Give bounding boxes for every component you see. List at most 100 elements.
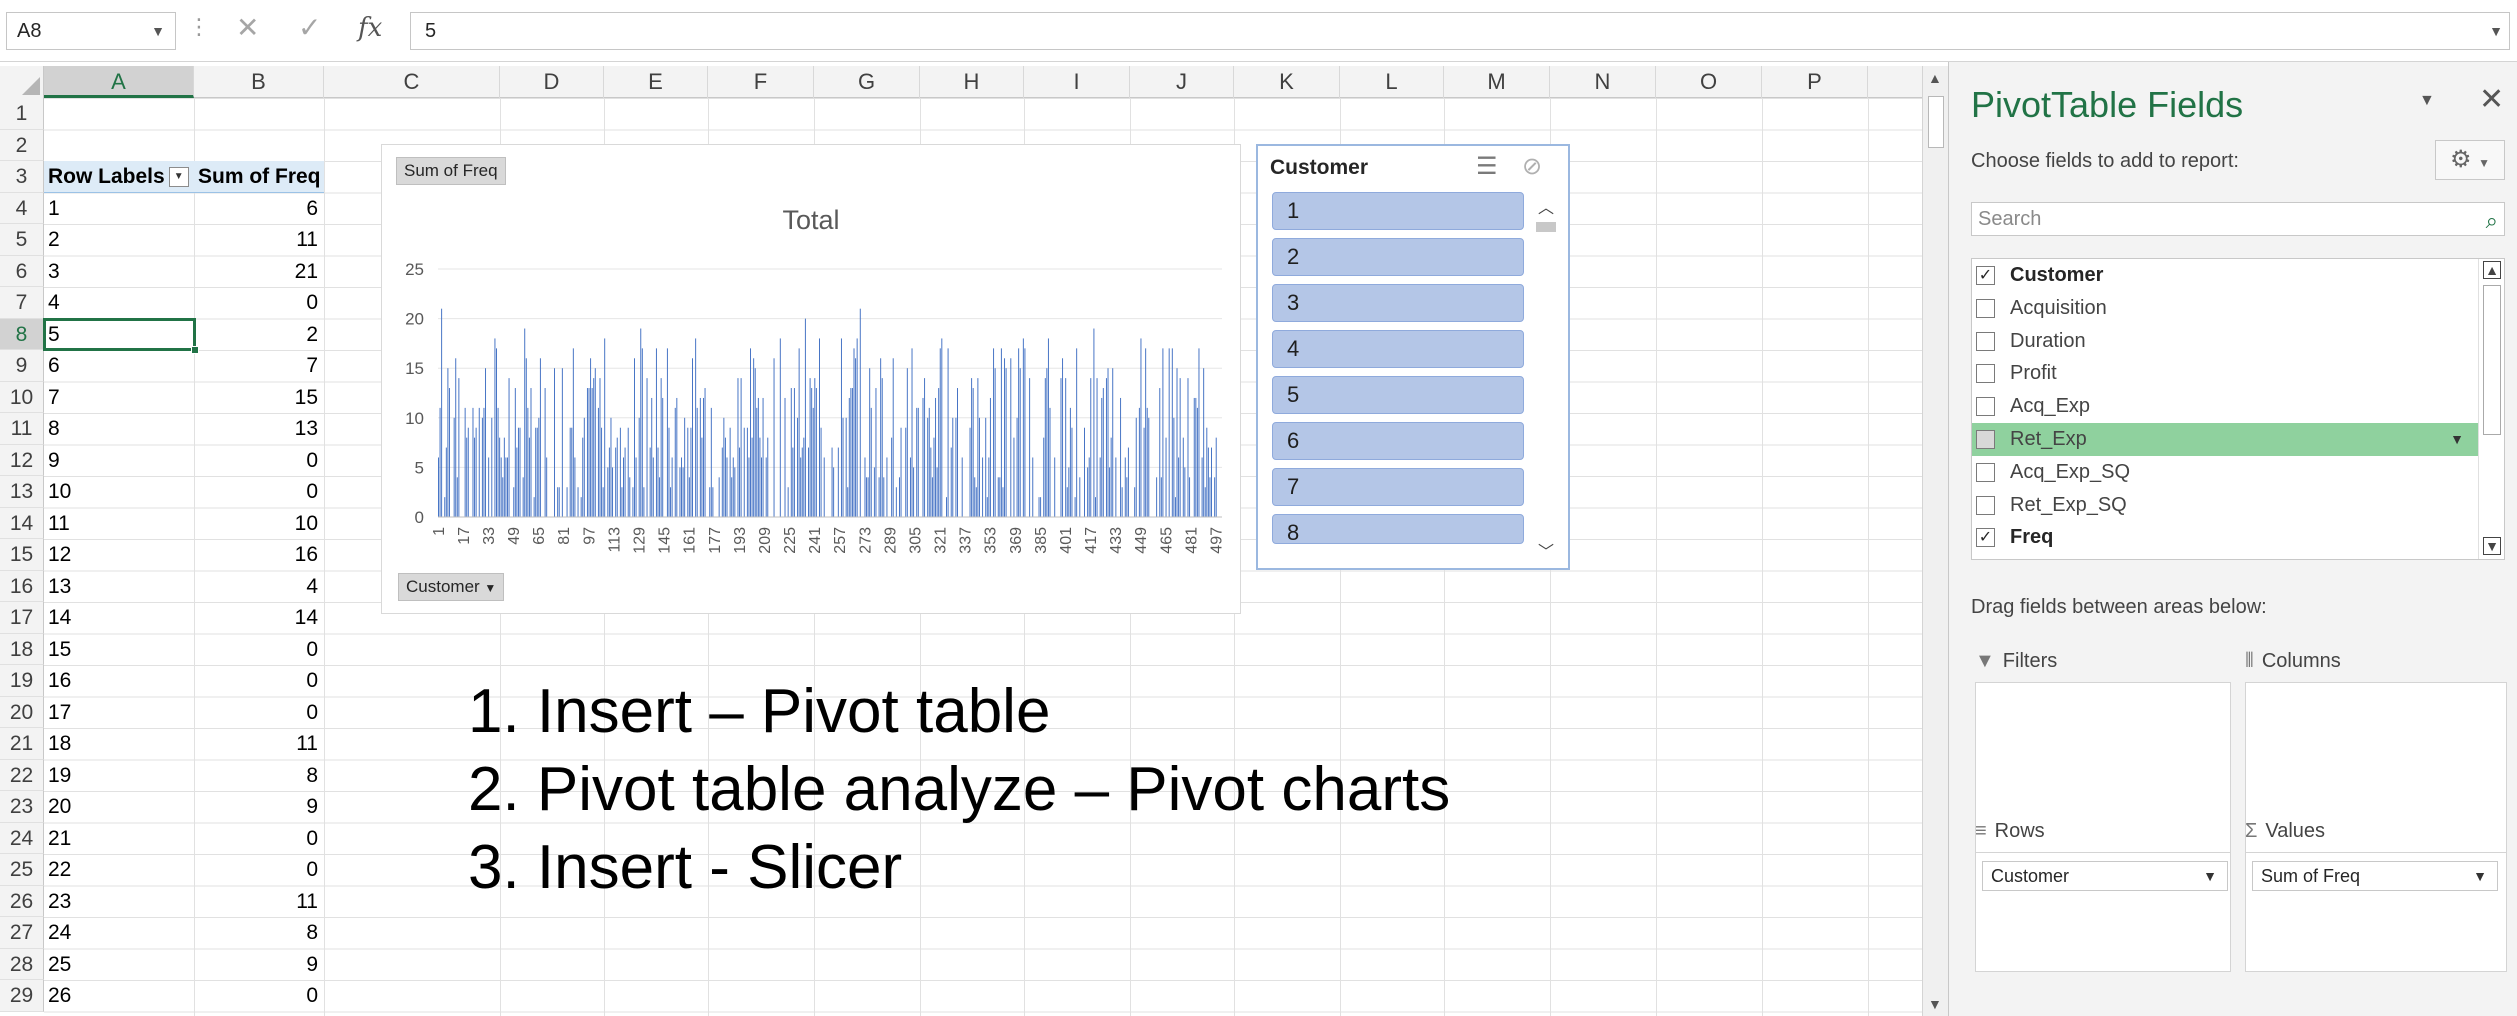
insert-function-icon[interactable]: fx: [358, 13, 382, 43]
pivot-row-label[interactable]: 1: [44, 193, 194, 225]
slicer-item-4[interactable]: 4: [1272, 330, 1524, 368]
pivot-row-value[interactable]: 11: [194, 886, 324, 918]
pivot-row-label[interactable]: 12: [44, 539, 194, 571]
pivot-row-value[interactable]: 0: [194, 665, 324, 697]
row-header-16[interactable]: 16: [0, 570, 44, 602]
field-profit[interactable]: Profit: [1972, 357, 2478, 390]
field-ret-exp[interactable]: Ret_Exp ▼: [1972, 423, 2478, 456]
row-header-26[interactable]: 26: [0, 885, 44, 917]
row-header-23[interactable]: 23: [0, 791, 44, 823]
axis-field-button[interactable]: Customer ▼: [398, 573, 505, 601]
row-header-3[interactable]: 3: [0, 161, 44, 193]
pivot-row-label[interactable]: 16: [44, 665, 194, 697]
row-header-13[interactable]: 13: [0, 476, 44, 508]
column-header-j[interactable]: J: [1130, 66, 1234, 98]
pivot-row-value[interactable]: 0: [194, 476, 324, 508]
column-header-l[interactable]: L: [1340, 66, 1444, 98]
field-ret-exp-sq[interactable]: Ret_Exp_SQ: [1972, 489, 2478, 522]
row-labels-header[interactable]: Row Labels ▼: [44, 161, 194, 193]
pivot-row-value[interactable]: 6: [194, 193, 324, 225]
pivot-row-value[interactable]: 0: [194, 854, 324, 886]
column-header-i[interactable]: I: [1024, 66, 1130, 98]
pivot-row-label[interactable]: 9: [44, 445, 194, 477]
chevron-down-icon[interactable]: ﹀: [1538, 538, 1554, 562]
pivot-row-label[interactable]: 11: [44, 508, 194, 540]
slicer-item-6[interactable]: 6: [1272, 422, 1524, 460]
column-header-h[interactable]: H: [920, 66, 1024, 98]
slicer-item-1[interactable]: 1: [1272, 192, 1524, 230]
field-checkbox[interactable]: ✓: [1976, 266, 1995, 285]
row-header-8[interactable]: 8: [0, 318, 44, 350]
pivot-row-value[interactable]: 11: [194, 728, 324, 760]
select-all-corner[interactable]: [0, 66, 44, 98]
row-header-11[interactable]: 11: [0, 413, 44, 445]
name-box[interactable]: A8 ▼: [6, 12, 176, 50]
pivot-row-value[interactable]: 0: [194, 445, 324, 477]
row-header-24[interactable]: 24: [0, 822, 44, 854]
field-duration[interactable]: Duration: [1972, 325, 2478, 358]
clear-filter-icon[interactable]: ⊘: [1522, 152, 1542, 181]
pivot-row-label[interactable]: 20: [44, 791, 194, 823]
customer-slicer[interactable]: Customer ☰ ⊘ 1 2 3 4 5 6 7 8 ︿ ﹀: [1256, 144, 1570, 570]
field-freq[interactable]: ✓ Freq: [1972, 521, 2478, 554]
row-header-10[interactable]: 10: [0, 381, 44, 413]
scroll-up-icon[interactable]: ▲: [1928, 70, 1942, 86]
column-header-f[interactable]: F: [708, 66, 814, 98]
pivot-row-label[interactable]: 13: [44, 571, 194, 603]
column-header-e[interactable]: E: [604, 66, 708, 98]
rows-drop-area[interactable]: Customer ▼: [1975, 852, 2231, 972]
pivot-row-label[interactable]: 14: [44, 602, 194, 634]
pivot-row-value[interactable]: 2: [194, 319, 324, 351]
pivot-row-label[interactable]: 4: [44, 287, 194, 319]
rows-field-customer[interactable]: Customer ▼: [1982, 861, 2228, 891]
field-search-input[interactable]: Search ⌕: [1971, 202, 2505, 236]
field-acq-exp-sq[interactable]: Acq_Exp_SQ: [1972, 456, 2478, 489]
field-list-scrollbar[interactable]: ▲ ▼: [2478, 259, 2504, 559]
chevron-down-icon[interactable]: ▼: [2450, 423, 2464, 456]
column-header-a[interactable]: A: [44, 66, 194, 98]
column-header-o[interactable]: O: [1656, 66, 1762, 98]
row-header-25[interactable]: 25: [0, 854, 44, 886]
column-header-b[interactable]: B: [194, 66, 324, 98]
row-header-17[interactable]: 17: [0, 602, 44, 634]
field-customer[interactable]: ✓ Customer: [1972, 259, 2478, 292]
pivot-row-value[interactable]: 0: [194, 823, 324, 855]
slicer-item-8[interactable]: 8: [1272, 514, 1524, 545]
pivot-row-value[interactable]: 0: [194, 697, 324, 729]
field-list[interactable]: ✓ Customer Acquisition Duration Profit Acq_Ex…: [1971, 258, 2505, 560]
chevron-down-icon[interactable]: ▼: [2483, 537, 2501, 555]
scroll-thumb[interactable]: [1928, 96, 1944, 148]
pivot-row-label[interactable]: 24: [44, 917, 194, 949]
column-header-p[interactable]: P: [1762, 66, 1868, 98]
pivot-row-value[interactable]: 14: [194, 602, 324, 634]
chevron-up-icon[interactable]: ︿: [1538, 194, 1554, 218]
pivot-row-label[interactable]: 17: [44, 697, 194, 729]
row-header-27[interactable]: 27: [0, 917, 44, 949]
pivot-row-label[interactable]: 26: [44, 980, 194, 1012]
gear-icon[interactable]: ⚙ ▼: [2435, 140, 2505, 180]
scroll-down-icon[interactable]: ▼: [1928, 996, 1942, 1012]
row-header-28[interactable]: 28: [0, 948, 44, 980]
pivot-row-value[interactable]: 21: [194, 256, 324, 288]
field-acquisition[interactable]: Acquisition: [1972, 292, 2478, 325]
pivot-row-label[interactable]: 7: [44, 382, 194, 414]
row-header-6[interactable]: 6: [0, 255, 44, 287]
formula-input[interactable]: 5 ▼: [410, 12, 2510, 50]
row-header-18[interactable]: 18: [0, 633, 44, 665]
slicer-item-2[interactable]: 2: [1272, 238, 1524, 276]
check-icon[interactable]: ✓: [298, 11, 321, 44]
row-header-20[interactable]: 20: [0, 696, 44, 728]
pane-options-icon[interactable]: ▼: [2419, 92, 2435, 110]
row-header-29[interactable]: 29: [0, 980, 44, 1012]
pivot-row-value[interactable]: 13: [194, 413, 324, 445]
row-header-12[interactable]: 12: [0, 444, 44, 476]
pivot-row-label[interactable]: 3: [44, 256, 194, 288]
column-header-n[interactable]: N: [1550, 66, 1656, 98]
pivot-row-value[interactable]: 11: [194, 224, 324, 256]
row-header-19[interactable]: 19: [0, 665, 44, 697]
row-header-14[interactable]: 14: [0, 507, 44, 539]
field-checkbox[interactable]: [1976, 462, 1995, 482]
row-header-5[interactable]: 5: [0, 224, 44, 256]
slicer-item-7[interactable]: 7: [1272, 468, 1524, 506]
pivot-row-value[interactable]: 8: [194, 917, 324, 949]
